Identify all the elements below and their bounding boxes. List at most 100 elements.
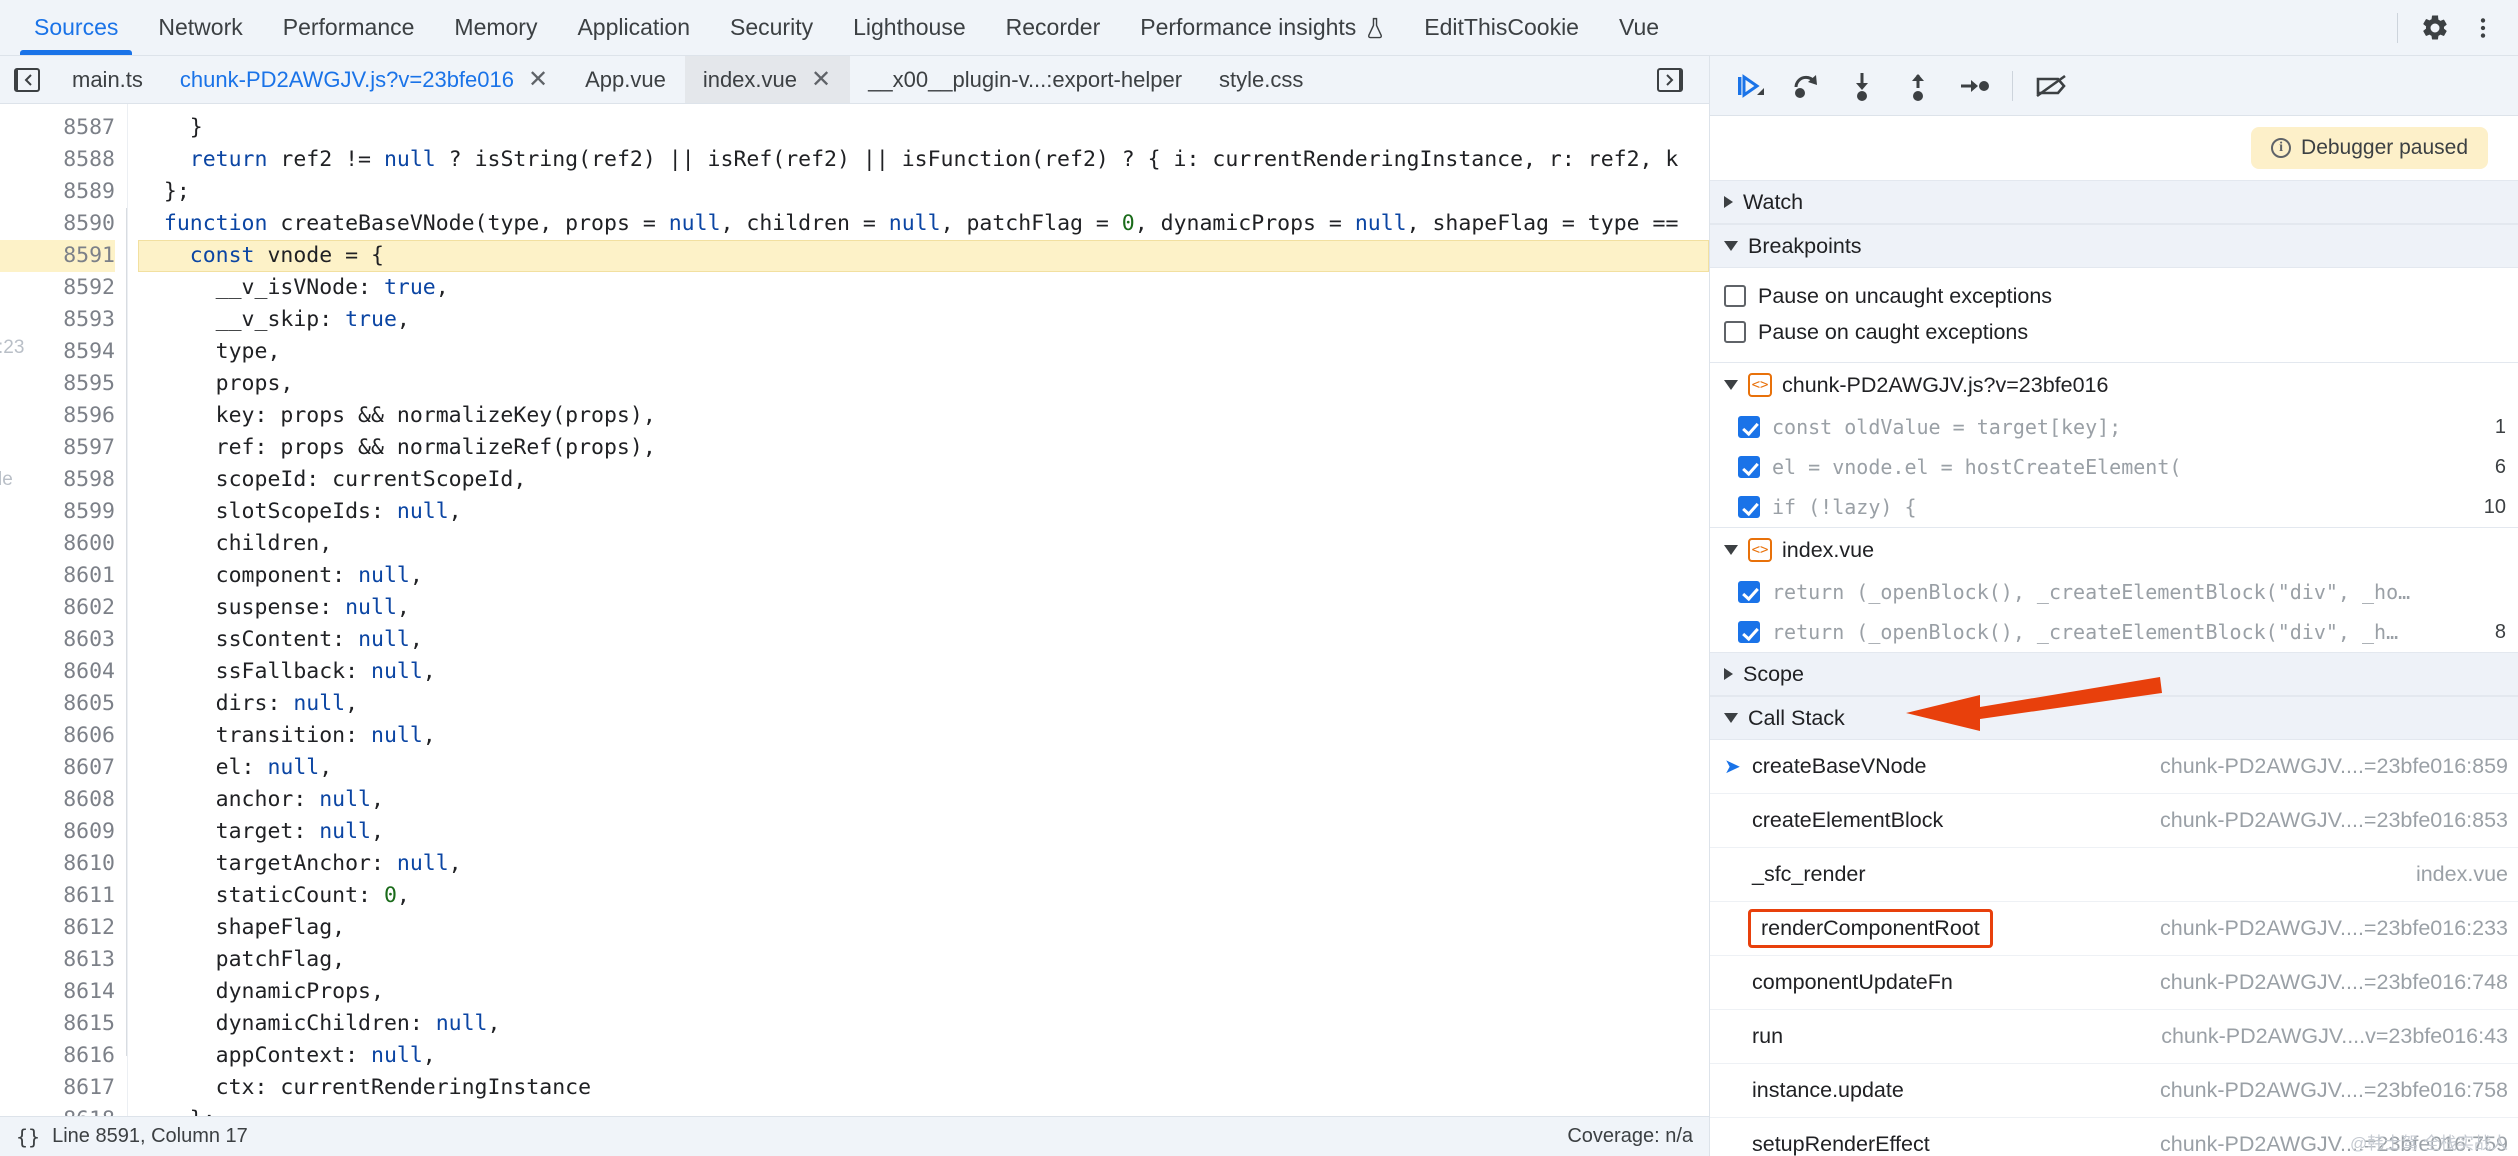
checkbox[interactable] bbox=[1738, 496, 1760, 518]
line-number[interactable]: 8614 bbox=[0, 976, 115, 1008]
checkbox[interactable] bbox=[1724, 321, 1746, 343]
code-line[interactable]: props, bbox=[138, 368, 1709, 400]
code-line[interactable]: }; bbox=[138, 176, 1709, 208]
breakpoint-item[interactable]: if (!lazy) { 10 bbox=[1710, 487, 2518, 527]
breakpoint-file-header[interactable]: <> chunk-PD2AWGJV.js?v=23bfe016 bbox=[1710, 363, 2518, 407]
panel-tab-vue[interactable]: Vue bbox=[1599, 0, 1679, 55]
line-number[interactable]: 8613 bbox=[0, 944, 115, 976]
step-out-button[interactable] bbox=[1892, 63, 1944, 109]
line-number[interactable]: 8605 bbox=[0, 688, 115, 720]
code-line[interactable]: const vnode = { bbox=[138, 240, 1709, 272]
section-call-stack[interactable]: Call Stack bbox=[1710, 677, 2518, 740]
file-tab-main-ts[interactable]: main.ts bbox=[54, 56, 162, 103]
checkbox[interactable] bbox=[1738, 581, 1760, 603]
line-number[interactable]: 8597 bbox=[0, 432, 115, 464]
breakpoint-file-header[interactable]: <> index.vue bbox=[1710, 528, 2518, 572]
panel-tab-recorder[interactable]: Recorder bbox=[986, 0, 1121, 55]
breakpoint-item[interactable]: return (_openBlock(), _createElementBloc… bbox=[1710, 572, 2518, 612]
code-line[interactable]: el: null, bbox=[138, 752, 1709, 784]
code-line[interactable]: return ref2 != null ? isString(ref2) || … bbox=[138, 144, 1709, 176]
checkbox[interactable] bbox=[1738, 621, 1760, 643]
code-line[interactable]: staticCount: 0, bbox=[138, 880, 1709, 912]
line-number[interactable]: 8602 bbox=[0, 592, 115, 624]
panel-tab-lighthouse[interactable]: Lighthouse bbox=[833, 0, 986, 55]
code-line[interactable]: slotScopeIds: null, bbox=[138, 496, 1709, 528]
line-number[interactable]: 8595 bbox=[0, 368, 115, 400]
code-line[interactable]: __v_skip: true, bbox=[138, 304, 1709, 336]
more-options-button[interactable] bbox=[2462, 7, 2504, 49]
line-number[interactable]: 8588 bbox=[0, 144, 115, 176]
line-number[interactable]: 8596 bbox=[0, 400, 115, 432]
code-editor[interactable]: :23 le 8587 8588 8589 8590 8591 8592 8593 8594 8… bbox=[0, 104, 1709, 1116]
line-number[interactable]: 8616 bbox=[0, 1040, 115, 1072]
deactivate-breakpoints-button[interactable] bbox=[2025, 63, 2077, 109]
code-line[interactable]: targetAnchor: null, bbox=[138, 848, 1709, 880]
code-line[interactable]: shapeFlag, bbox=[138, 912, 1709, 944]
code-line[interactable]: __v_isVNode: true, bbox=[138, 272, 1709, 304]
line-number[interactable]: 8590 bbox=[0, 208, 115, 240]
breakpoint-item[interactable]: return (_openBlock(), _createElementBloc… bbox=[1710, 612, 2518, 652]
line-number[interactable]: 8593 bbox=[0, 304, 115, 336]
file-tab-chunk-js[interactable]: chunk-PD2AWGJV.js?v=23bfe016 ✕ bbox=[162, 56, 567, 103]
close-icon[interactable]: ✕ bbox=[811, 67, 831, 92]
line-number[interactable]: 8606 bbox=[0, 720, 115, 752]
code-line[interactable]: component: null, bbox=[138, 560, 1709, 592]
code-line[interactable]: ctx: currentRenderingInstance bbox=[138, 1072, 1709, 1104]
pause-on-caught-exceptions-option[interactable]: Pause on caught exceptions bbox=[1724, 314, 2518, 350]
section-scope[interactable]: Scope bbox=[1710, 652, 2518, 696]
settings-button[interactable] bbox=[2414, 7, 2456, 49]
step-over-button[interactable] bbox=[1780, 63, 1832, 109]
panel-tab-security[interactable]: Security bbox=[710, 0, 833, 55]
resume-script-execution-button[interactable] bbox=[1724, 63, 1776, 109]
checkbox[interactable] bbox=[1738, 456, 1760, 478]
code-line[interactable]: suspense: null, bbox=[138, 592, 1709, 624]
breakpoint-item[interactable]: const oldValue = target[key]; 1 bbox=[1710, 407, 2518, 447]
line-number[interactable]: 8600 bbox=[0, 528, 115, 560]
line-number[interactable]: 8608 bbox=[0, 784, 115, 816]
line-number[interactable]: 8601 bbox=[0, 560, 115, 592]
checkbox[interactable] bbox=[1738, 416, 1760, 438]
code-line[interactable]: ssContent: null, bbox=[138, 624, 1709, 656]
section-watch[interactable]: Watch bbox=[1710, 180, 2518, 224]
section-breakpoints[interactable]: Breakpoints bbox=[1710, 224, 2518, 268]
code-line[interactable]: dynamicProps, bbox=[138, 976, 1709, 1008]
pause-on-uncaught-exceptions-option[interactable]: Pause on uncaught exceptions bbox=[1724, 278, 2518, 314]
code-line[interactable]: } bbox=[138, 112, 1709, 144]
code-line[interactable]: scopeId: currentScopeId, bbox=[138, 464, 1709, 496]
code-line[interactable]: dynamicChildren: null, bbox=[138, 1008, 1709, 1040]
line-number[interactable]: 8615 bbox=[0, 1008, 115, 1040]
line-number[interactable]: 8603 bbox=[0, 624, 115, 656]
line-number[interactable]: 8604 bbox=[0, 656, 115, 688]
line-number[interactable]: 8599 bbox=[0, 496, 115, 528]
call-stack-frame[interactable]: run chunk-PD2AWGJV....v=23bfe016:43 bbox=[1710, 1010, 2518, 1064]
file-tab-index-vue[interactable]: index.vue ✕ bbox=[684, 56, 851, 103]
line-number[interactable]: 8618 bbox=[0, 1104, 115, 1116]
file-tab-app-vue[interactable]: App.vue bbox=[567, 56, 685, 103]
breakpoint-item[interactable]: el = vnode.el = hostCreateElement( 6 bbox=[1710, 447, 2518, 487]
code-line[interactable]: target: null, bbox=[138, 816, 1709, 848]
step-into-button[interactable] bbox=[1836, 63, 1888, 109]
line-number[interactable]: 8607 bbox=[0, 752, 115, 784]
call-stack-frame[interactable]: instance.update chunk-PD2AWGJV....=23bfe… bbox=[1710, 1064, 2518, 1118]
call-stack-frame[interactable]: ➤ createBaseVNode chunk-PD2AWGJV....=23b… bbox=[1710, 740, 2518, 794]
code-line[interactable]: ssFallback: null, bbox=[138, 656, 1709, 688]
line-number[interactable]: 8611 bbox=[0, 880, 115, 912]
line-number[interactable]: 8594 bbox=[0, 336, 115, 368]
code-line[interactable]: key: props && normalizeKey(props), bbox=[138, 400, 1709, 432]
code-line[interactable]: patchFlag, bbox=[138, 944, 1709, 976]
code-content[interactable]: } return ref2 != null ? isString(ref2) |… bbox=[128, 104, 1709, 1116]
pretty-print-icon[interactable]: {} bbox=[16, 1125, 40, 1149]
line-number[interactable]: 8617 bbox=[0, 1072, 115, 1104]
line-number[interactable]: 8587 bbox=[0, 112, 115, 144]
line-number[interactable]: 8598 bbox=[0, 464, 115, 496]
line-number[interactable]: 8610 bbox=[0, 848, 115, 880]
code-line[interactable]: function createBaseVNode(type, props = n… bbox=[138, 208, 1709, 240]
code-line[interactable]: appContext: null, bbox=[138, 1040, 1709, 1072]
call-stack-frame[interactable]: createElementBlock chunk-PD2AWGJV....=23… bbox=[1710, 794, 2518, 848]
code-line[interactable]: type, bbox=[138, 336, 1709, 368]
line-number[interactable]: 8591 bbox=[0, 240, 115, 272]
code-line[interactable]: ref: props && normalizeRef(props), bbox=[138, 432, 1709, 464]
line-number[interactable]: 8609 bbox=[0, 816, 115, 848]
show-debugger-sidebar-button[interactable] bbox=[1643, 67, 1697, 92]
panel-tab-performance[interactable]: Performance bbox=[263, 0, 435, 55]
